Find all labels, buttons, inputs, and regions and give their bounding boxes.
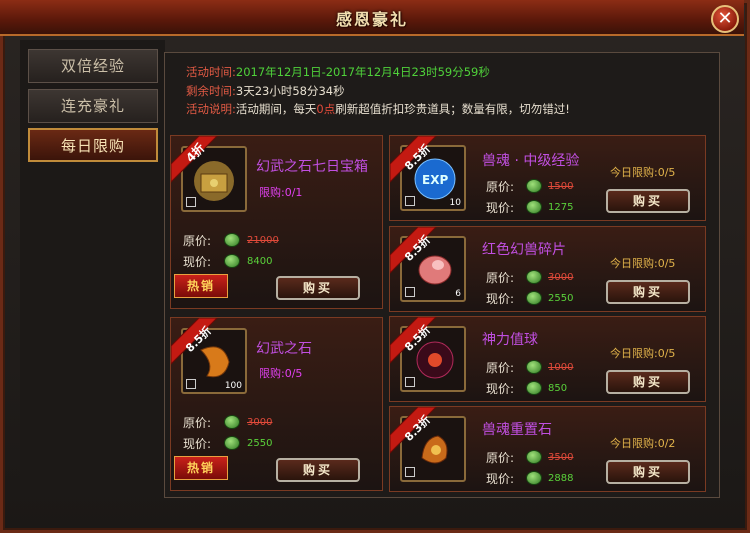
orig-price: 1500 bbox=[548, 181, 574, 192]
currency-icon bbox=[224, 436, 240, 450]
currency-icon bbox=[224, 233, 240, 247]
discount-ribbon: 4折 bbox=[171, 136, 218, 183]
item-name: 神力值球 bbox=[482, 332, 538, 348]
orig-price-label: 原价: bbox=[183, 234, 212, 248]
item-name: 兽魂重置石 bbox=[482, 422, 552, 438]
item-name: 幻武之石 bbox=[256, 341, 312, 357]
item-limit: 限购:0/1 bbox=[259, 186, 303, 199]
event-info: 活动时间:2017年12月1日-2017年12月4日23时59分59秒 剩余时间… bbox=[171, 62, 711, 128]
currency-icon bbox=[224, 415, 240, 429]
title-bar: 感恩豪礼 ✕ bbox=[0, 0, 744, 36]
buy-button[interactable]: 购买 bbox=[606, 370, 690, 394]
buy-button[interactable]: 购买 bbox=[276, 276, 360, 300]
now-price-label: 现价: bbox=[486, 472, 515, 486]
now-price-label: 现价: bbox=[486, 382, 515, 396]
item-name: 幻武之石七日宝箱 bbox=[256, 159, 368, 175]
orig-price-label: 原价: bbox=[486, 180, 515, 194]
bind-lock-icon bbox=[186, 197, 196, 207]
currency-icon bbox=[526, 360, 542, 374]
item-count: 100 bbox=[224, 381, 242, 391]
refresh-time: 0点 bbox=[316, 102, 336, 116]
hot-sale-badge: 热销 bbox=[174, 274, 228, 298]
item-card-4: 6 8.5折 红色幻兽碎片 今日限购:0/5 原价: 3000 现价: 2550… bbox=[389, 226, 706, 312]
currency-icon bbox=[224, 254, 240, 268]
item-limit: 今日限购:0/5 bbox=[610, 347, 676, 360]
item-limit: 今日限购:0/5 bbox=[610, 166, 676, 179]
orig-price: 3000 bbox=[548, 272, 574, 283]
bind-lock-icon bbox=[405, 377, 415, 387]
orig-price-label: 原价: bbox=[486, 271, 515, 285]
item-limit: 限购:0/5 bbox=[259, 367, 303, 380]
currency-icon bbox=[526, 291, 542, 305]
event-time-row: 活动时间:2017年12月1日-2017年12月4日23时59分59秒 bbox=[186, 64, 490, 82]
tab-daily-limited[interactable]: 每日限购 bbox=[28, 128, 158, 162]
currency-icon bbox=[526, 179, 542, 193]
buy-button[interactable]: 购买 bbox=[276, 458, 360, 482]
event-desc-rest: 刷新超值折扣珍贵道具；数量有限，切勿错过! bbox=[335, 102, 570, 116]
discount-ribbon: 8.3折 bbox=[390, 407, 437, 454]
tab-recharge-gift[interactable]: 连充豪礼 bbox=[28, 89, 158, 123]
now-price: 1275 bbox=[548, 202, 574, 213]
item-card-3: EXP 10 8.5折 兽魂 · 中级经验 今日限购:0/5 原价: 1500 … bbox=[389, 135, 706, 221]
item-limit: 今日限购:0/5 bbox=[610, 257, 676, 270]
discount-ribbon: 8.5折 bbox=[390, 317, 437, 364]
currency-icon bbox=[526, 471, 542, 485]
remain-time-value: 3天23小时58分34秒 bbox=[235, 84, 345, 98]
hot-sale-badge: 热销 bbox=[174, 456, 228, 480]
currency-icon bbox=[526, 450, 542, 464]
discount-ribbon: 8.5折 bbox=[171, 318, 218, 365]
tab-double-exp[interactable]: 双倍经验 bbox=[28, 49, 158, 83]
now-price: 8400 bbox=[247, 256, 273, 267]
item-name: 红色幻兽碎片 bbox=[482, 242, 566, 258]
item-card-1: 4折 幻武之石七日宝箱 限购:0/1 原价: 21000 现价: 8400 热销… bbox=[170, 135, 383, 309]
item-limit: 今日限购:0/2 bbox=[610, 437, 676, 450]
item-name: 兽魂 · 中级经验 bbox=[482, 153, 580, 169]
item-count: 10 bbox=[449, 198, 461, 208]
remain-time-label: 剩余时间: bbox=[186, 84, 236, 98]
orig-price: 21000 bbox=[247, 235, 279, 246]
event-time-label: 活动时间: bbox=[186, 65, 236, 79]
currency-icon bbox=[526, 200, 542, 214]
orig-price-label: 原价: bbox=[486, 451, 515, 465]
now-price-label: 现价: bbox=[486, 201, 515, 215]
event-time-value: 2017年12月1日-2017年12月4日23时59分59秒 bbox=[235, 65, 490, 79]
currency-icon bbox=[526, 381, 542, 395]
buy-button[interactable]: 购买 bbox=[606, 280, 690, 304]
item-count: 6 bbox=[455, 289, 461, 299]
remain-time-row: 剩余时间:3天23小时58分34秒 bbox=[186, 83, 345, 101]
bind-lock-icon bbox=[405, 287, 415, 297]
bind-lock-icon bbox=[405, 196, 415, 206]
event-desc-text: 活动期间，每天 bbox=[235, 102, 317, 116]
orig-price: 1000 bbox=[548, 362, 574, 373]
now-price-label: 现价: bbox=[183, 437, 212, 451]
close-button[interactable]: ✕ bbox=[711, 5, 739, 33]
discount-ribbon: 8.5折 bbox=[390, 227, 437, 274]
now-price: 2550 bbox=[247, 438, 273, 449]
now-price: 850 bbox=[548, 383, 568, 394]
orig-price: 3000 bbox=[247, 417, 273, 428]
now-price-label: 现价: bbox=[183, 255, 212, 269]
orig-price-label: 原价: bbox=[486, 361, 515, 375]
bind-lock-icon bbox=[186, 379, 196, 389]
buy-button[interactable]: 购买 bbox=[606, 460, 690, 484]
discount-ribbon: 8.5折 bbox=[390, 136, 437, 183]
now-price: 2888 bbox=[548, 473, 574, 484]
buy-button[interactable]: 购买 bbox=[606, 189, 690, 213]
orig-price: 3500 bbox=[548, 452, 574, 463]
item-card-2: 100 8.5折 幻武之石 限购:0/5 原价: 3000 现价: 2550 热… bbox=[170, 317, 383, 491]
event-desc-row: 活动说明:活动期间，每天0点刷新超值折扣珍贵道具；数量有限，切勿错过! bbox=[186, 101, 570, 119]
bind-lock-icon bbox=[405, 467, 415, 477]
item-card-5: 8.5折 神力值球 今日限购:0/5 原价: 1000 现价: 850 购买 bbox=[389, 316, 706, 402]
now-price-label: 现价: bbox=[486, 292, 515, 306]
item-card-6: 8.3折 兽魂重置石 今日限购:0/2 原价: 3500 现价: 2888 购买 bbox=[389, 406, 706, 492]
dialog-title: 感恩豪礼 bbox=[335, 10, 408, 29]
event-desc-label: 活动说明: bbox=[186, 102, 236, 116]
orig-price-label: 原价: bbox=[183, 416, 212, 430]
now-price: 2550 bbox=[548, 293, 574, 304]
currency-icon bbox=[526, 270, 542, 284]
